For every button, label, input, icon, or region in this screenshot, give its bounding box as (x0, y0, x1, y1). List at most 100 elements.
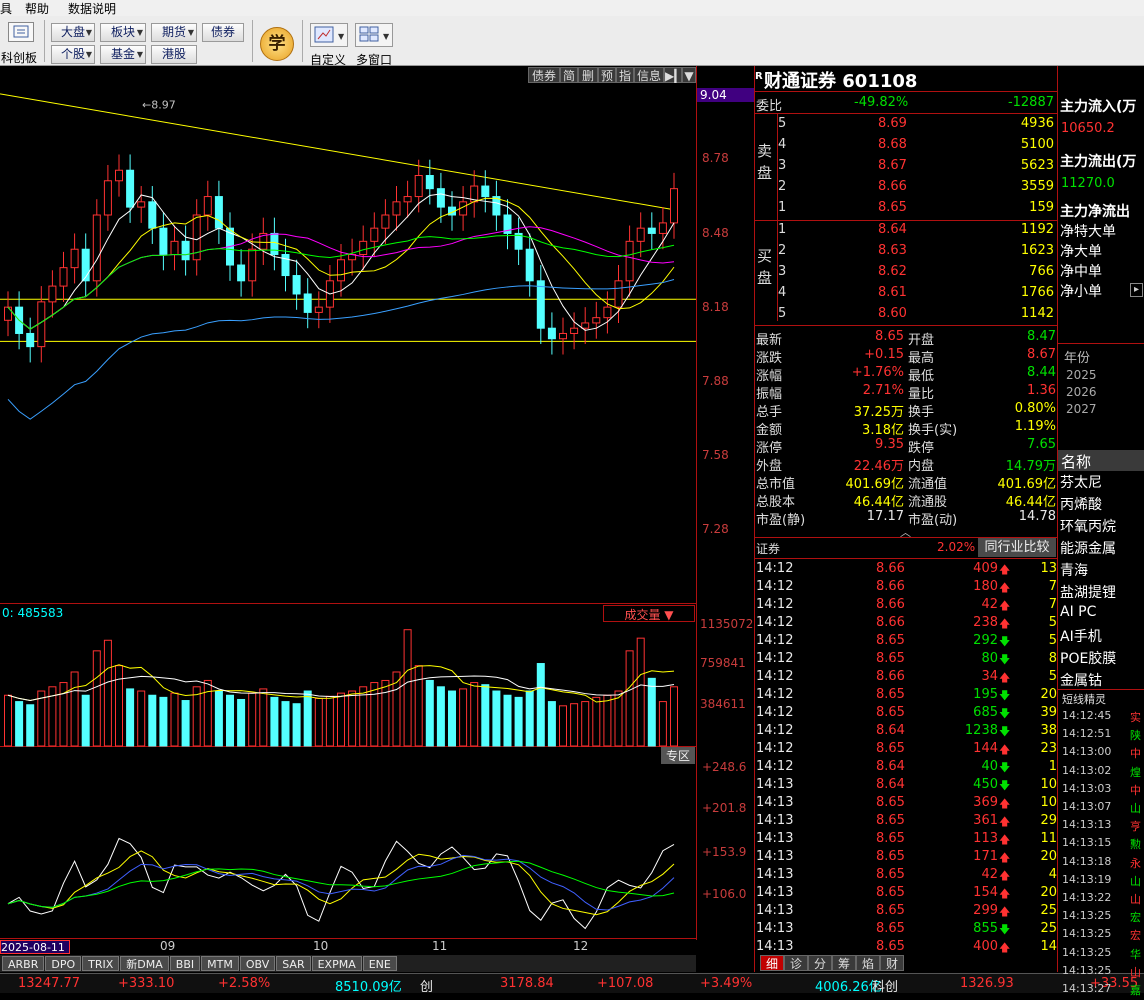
ask-price[interactable]: 8.66 (878, 179, 907, 194)
sprite-row[interactable]: 14:12:51 陕 (1060, 727, 1144, 745)
tick-time: 14:12 (756, 723, 794, 738)
learn-button[interactable]: 学 (260, 27, 294, 61)
tick-tab[interactable]: 筹 (832, 955, 856, 971)
bid-price[interactable]: 8.64 (878, 222, 907, 237)
hk-stocks-button[interactable]: 港股 (151, 45, 197, 64)
sprite-row[interactable]: 14:13:13 亨 (1060, 818, 1144, 836)
volume-axis-label: 1135072 (700, 617, 754, 631)
sprite-row[interactable]: 14:13:07 山 (1060, 800, 1144, 818)
kline-chart[interactable]: ←8.97 (0, 66, 696, 940)
ask-price[interactable]: 8.69 (878, 116, 907, 131)
market-button[interactable]: 大盘 ▼ (51, 23, 95, 42)
year-item[interactable]: 2026 (1066, 385, 1097, 399)
sprite-row[interactable]: 14:13:22 山 (1060, 891, 1144, 909)
menu-item-data-desc[interactable]: 数据说明 (68, 0, 116, 17)
custom-layout-icon[interactable]: ▼ (310, 23, 348, 47)
tick-row: 14:13 8.65 171 🡅 20 (756, 848, 1058, 866)
sprite-row[interactable]: 14:13:25 宏 (1060, 927, 1144, 945)
indicator-tab[interactable]: DPO (45, 956, 82, 971)
bonds-button[interactable]: 债券 (202, 23, 244, 42)
sprite-row[interactable]: 14:13:25 宏 (1060, 909, 1144, 927)
indicator-tab[interactable]: SAR (276, 956, 311, 971)
concept-item[interactable]: 丙烯酸 (1060, 494, 1102, 514)
indicator-tab[interactable]: 新DMA (120, 956, 169, 971)
sprite-row[interactable]: 14:12:45 实 (1060, 709, 1144, 727)
concept-item[interactable]: AI手机 (1060, 626, 1102, 646)
divider (755, 558, 1057, 559)
tick-price: 8.65 (876, 651, 905, 666)
indicator-tab[interactable]: ENE (362, 956, 397, 971)
concept-item[interactable]: 能源金属 (1060, 538, 1116, 558)
ask-price[interactable]: 8.67 (878, 158, 907, 173)
indicator-tab[interactable]: TRIX (82, 956, 120, 971)
sprite-stock: 勲 (1130, 838, 1141, 852)
volume-bar (559, 705, 567, 747)
tick-count: 5 (1048, 615, 1057, 630)
candle-body (292, 275, 301, 295)
sprite-row[interactable]: 14:13:25 华 (1060, 946, 1144, 964)
concept-item[interactable]: 金属钴 (1060, 670, 1102, 690)
kechuang-label[interactable]: 科创板 (1, 49, 37, 66)
sprite-row[interactable]: 14:13:19 山 (1060, 873, 1144, 891)
concept-item[interactable]: 青海 (1060, 560, 1088, 580)
menu-item-tools[interactable]: 具 (0, 0, 12, 17)
ask-price[interactable]: 8.68 (878, 137, 907, 152)
volume-bar (181, 700, 190, 747)
sprite-stock: 中 (1130, 783, 1141, 797)
sprite-row[interactable]: 14:13:15 勲 (1060, 836, 1144, 854)
bid-price[interactable]: 8.60 (878, 306, 907, 321)
tick-tab[interactable]: 焰 (856, 955, 880, 971)
volume-bar (15, 701, 24, 747)
tick-tab[interactable]: 细 (760, 955, 784, 971)
indicator-tab[interactable]: OBV (239, 956, 276, 971)
sprite-row[interactable]: 14:13:18 永 (1060, 855, 1144, 873)
expand-icon[interactable]: ▸ (1130, 283, 1143, 297)
sprite-row[interactable]: 14:13:25 山 (1060, 964, 1144, 982)
multi-window-icon[interactable]: ▼ (355, 23, 393, 47)
tick-tab[interactable]: 分 (808, 955, 832, 971)
industry-compare-button[interactable]: 同行业比较 (978, 538, 1056, 557)
volume-bar (592, 696, 601, 747)
indicator-tab[interactable]: MTM (201, 956, 239, 971)
bid-price[interactable]: 8.62 (878, 264, 907, 279)
candle-body (625, 240, 634, 282)
current-price-tag: 9.04 (697, 88, 754, 102)
volume-bar (481, 684, 490, 747)
year-item[interactable]: 2027 (1066, 402, 1097, 416)
date-tick: 12 (573, 939, 589, 953)
concept-item[interactable]: 芬太尼 (1060, 472, 1102, 492)
tick-count: 25 (1040, 903, 1057, 918)
tick-price: 8.65 (876, 795, 905, 810)
concept-item[interactable]: AI PC (1060, 604, 1096, 620)
bid-price[interactable]: 8.63 (878, 243, 907, 258)
stocks-button[interactable]: 个股 ▼ (51, 45, 95, 64)
indicator-tab[interactable]: BBI (169, 956, 201, 971)
indicator-tab[interactable]: ARBR (2, 956, 45, 971)
indicator-tab[interactable]: EXPMA (311, 956, 362, 971)
sprite-row[interactable]: 14:13:27 嘉 (1060, 982, 1144, 1000)
sprite-row[interactable]: 14:13:00 中 (1060, 745, 1144, 763)
volume-bar (92, 650, 101, 747)
tick-time: 14:13 (756, 885, 794, 900)
sector-button[interactable]: 板块 ▼ (100, 23, 146, 42)
ask-price[interactable]: 8.65 (878, 200, 907, 215)
tick-row: 14:12 8.66 42 🡅 7 (756, 596, 1058, 614)
menu-item-help[interactable]: 帮助 (25, 0, 49, 17)
year-item[interactable]: 2025 (1066, 368, 1097, 382)
candle-body (103, 180, 112, 216)
candle-body (137, 201, 146, 208)
concept-item[interactable]: 环氧丙烷 (1060, 516, 1116, 536)
tick-tab[interactable]: 财 (880, 955, 904, 971)
candle-body (337, 259, 345, 282)
concept-item[interactable]: POE胶膜 (1060, 648, 1116, 668)
bid-price[interactable]: 8.61 (878, 285, 907, 300)
price-axis-label: 7.88 (702, 374, 729, 388)
sprite-time: 14:13:22 (1062, 891, 1112, 904)
sprite-row[interactable]: 14:13:03 中 (1060, 782, 1144, 800)
futures-button[interactable]: 期货 ▼ (151, 23, 197, 42)
funds-button[interactable]: 基金 ▼ (100, 45, 146, 64)
kechuang-icon[interactable] (8, 22, 34, 42)
concept-item[interactable]: 盐湖提锂 (1060, 582, 1116, 602)
sprite-row[interactable]: 14:13:02 煌 (1060, 764, 1144, 782)
tick-tab[interactable]: 诊 (784, 955, 808, 971)
